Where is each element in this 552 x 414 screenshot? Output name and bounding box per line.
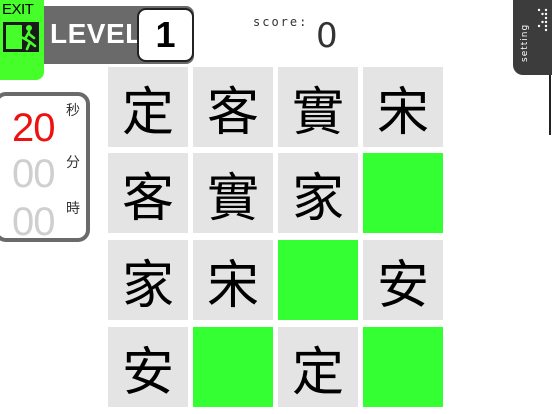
- char-tile[interactable]: 定: [108, 67, 188, 147]
- char-tile[interactable]: 家: [108, 240, 188, 320]
- char-tile[interactable]: 定: [278, 327, 358, 407]
- timer-minutes-unit: 分: [66, 155, 80, 171]
- setting-label: setting: [520, 23, 530, 62]
- cleared-tile: [278, 240, 358, 320]
- level-label: LEVEL: [50, 18, 143, 49]
- char-tile[interactable]: 安: [363, 240, 443, 320]
- setting-tab[interactable]: setting: [513, 0, 552, 75]
- char-tile[interactable]: 宋: [193, 240, 273, 320]
- timer-hours-unit: 時: [66, 201, 80, 217]
- exit-button[interactable]: EXIT: [0, 0, 44, 80]
- timer-panel: 20 秒 00 分 00 時: [0, 92, 90, 244]
- edge-divider: [549, 75, 551, 135]
- timer-seconds-unit: 秒: [66, 103, 80, 119]
- char-tile[interactable]: 客: [108, 153, 188, 233]
- char-tile[interactable]: 宋: [363, 67, 443, 147]
- timer-seconds: 20: [12, 106, 55, 150]
- timer-hours: 00: [12, 200, 55, 244]
- dotted-arrow-icon: [537, 8, 548, 32]
- char-tile[interactable]: 安: [108, 327, 188, 407]
- char-tile[interactable]: 家: [278, 153, 358, 233]
- cleared-tile: [363, 327, 443, 407]
- char-tile[interactable]: 客: [193, 67, 273, 147]
- cleared-tile: [363, 153, 443, 233]
- exit-door-icon: [3, 22, 39, 52]
- exit-label: EXIT: [2, 1, 34, 18]
- score-value: 0: [316, 16, 338, 56]
- score-label: score:: [253, 15, 309, 29]
- level-value: 1: [137, 8, 194, 62]
- cleared-tile: [193, 327, 273, 407]
- timer-minutes: 00: [12, 152, 55, 196]
- char-tile[interactable]: 實: [278, 67, 358, 147]
- char-tile[interactable]: 實: [193, 153, 273, 233]
